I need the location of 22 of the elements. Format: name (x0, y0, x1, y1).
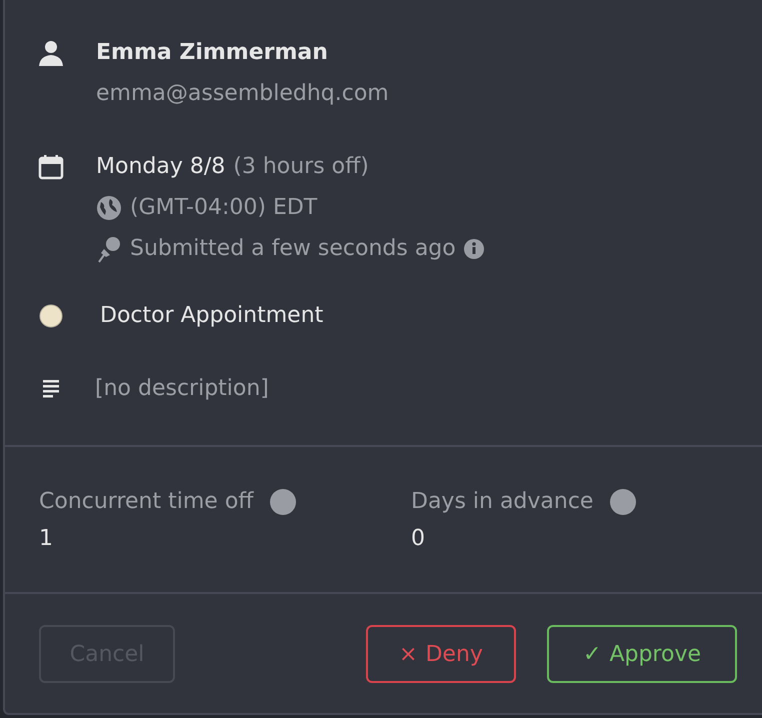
pushpin-icon (96, 234, 122, 262)
approve-button[interactable]: ✓ Approve (547, 625, 737, 683)
request-date: Monday 8/8 (96, 153, 226, 181)
stat-value: 0 (411, 525, 426, 553)
employee-email: emma@assembledhq.com (96, 80, 389, 108)
calendar-icon (38, 154, 64, 180)
info-icon (464, 238, 484, 258)
text-lines-icon (42, 378, 60, 398)
employee-name: Emma Zimmerman (96, 39, 329, 67)
request-duration: (3 hours off) (233, 153, 369, 181)
description-text: [no description] (95, 375, 269, 403)
person-icon (38, 40, 64, 66)
deny-button[interactable]: × Deny (366, 625, 516, 683)
timezone: (GMT-04:00) EDT (130, 194, 318, 222)
category-label: Doctor Appointment (100, 302, 324, 330)
info-icon (269, 488, 298, 516)
info-icon (609, 488, 638, 516)
stat-label: Concurrent time off (39, 488, 254, 516)
globe-icon (96, 194, 122, 220)
stat-value: 1 (39, 525, 54, 553)
stat-label: Days in advance (411, 488, 594, 516)
submitted-time: Submitted a few seconds ago (130, 235, 456, 263)
